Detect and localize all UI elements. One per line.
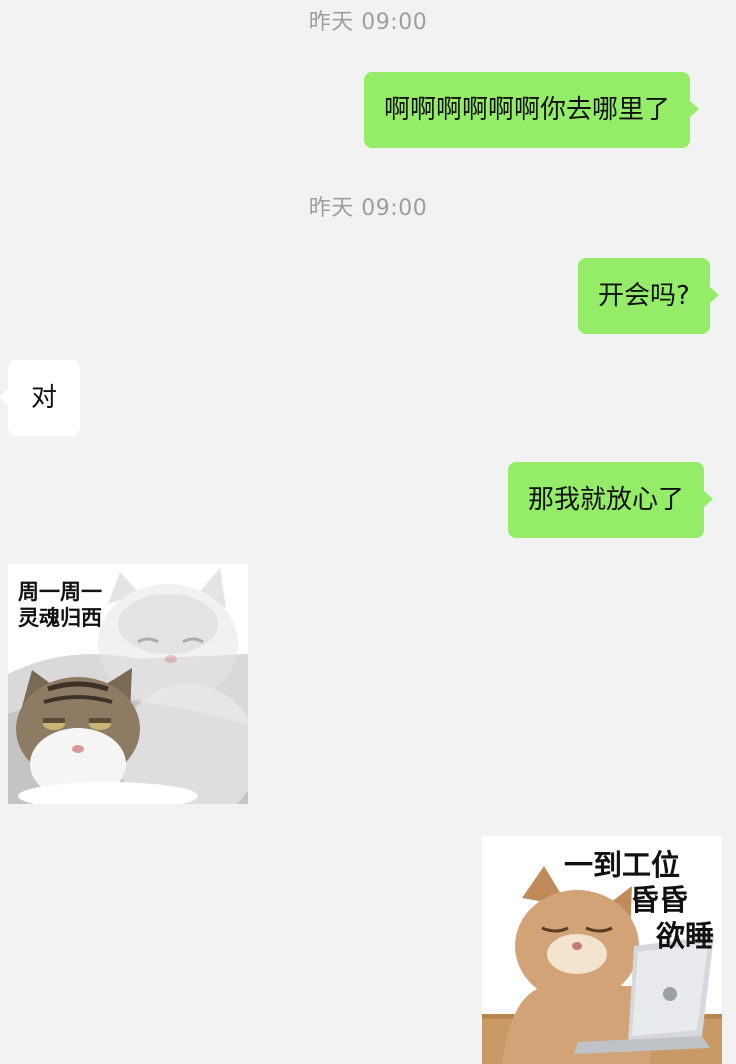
incoming-message[interactable]: 对 [0, 360, 80, 436]
sticker-caption-line: 欲睡 [655, 918, 714, 953]
outgoing-message[interactable]: 那我就放心了 [508, 462, 714, 538]
timestamp: 昨天 09:00 [308, 10, 428, 35]
sticker-caption-line: 周一周一 [18, 580, 102, 604]
outgoing-message[interactable]: 啊啊啊啊啊啊你去哪里了 [364, 72, 700, 148]
sticker-caption: 一到工位 昏昏 欲睡 [560, 848, 716, 954]
sticker-caption-line: 灵魂归西 [18, 605, 102, 630]
timestamp: 昨天 09:00 [308, 196, 428, 221]
cat-sticker-outgoing[interactable]: 一到工位 昏昏 欲睡 [482, 836, 722, 1064]
sticker-caption-line: 一到工位 [563, 848, 680, 882]
sticker-caption: 周一周一 灵魂归西 [18, 580, 102, 631]
chat-window: 昨天 09:00 啊啊啊啊啊啊你去哪里了 昨天 09:00 开会吗? 对 那我就… [0, 0, 736, 1064]
cat-sticker-incoming[interactable]: 周一周一 灵魂归西 [8, 564, 248, 804]
sticker-caption-line: 昏昏 [629, 883, 688, 918]
outgoing-message[interactable]: 开会吗? [578, 258, 719, 334]
